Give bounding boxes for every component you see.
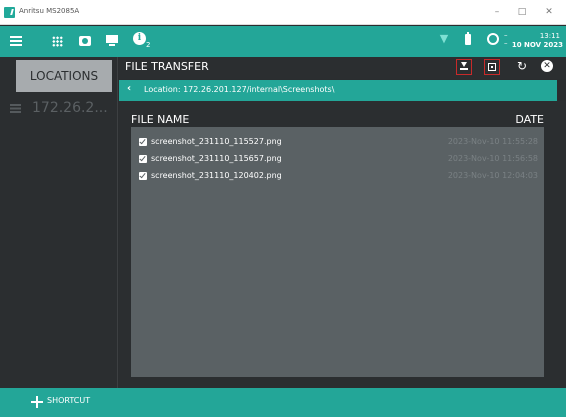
app-logo-icon bbox=[4, 7, 15, 18]
file-list-area: FILE NAME DATE screenshot_231110_115527.… bbox=[119, 101, 566, 388]
window-title: Anritsu MS2085A bbox=[19, 7, 80, 15]
download-icon bbox=[460, 60, 468, 70]
file-checkbox[interactable] bbox=[139, 172, 147, 180]
menu-icon[interactable] bbox=[10, 36, 22, 46]
file-checkbox[interactable] bbox=[139, 138, 147, 146]
maximize-button[interactable]: □ bbox=[510, 4, 534, 20]
bottom-bar: SHORTCUT bbox=[0, 388, 566, 417]
close-window-button[interactable]: ✕ bbox=[537, 4, 561, 20]
sidebar-item-location[interactable]: 172.26.2... bbox=[10, 99, 114, 119]
back-chevron-icon[interactable]: ‹ bbox=[127, 83, 131, 94]
camera-icon[interactable] bbox=[79, 36, 91, 46]
clock-time: 13:11 bbox=[539, 32, 560, 40]
file-row[interactable]: screenshot_231110_115657.png 2023-Nov-10… bbox=[131, 150, 544, 167]
sidebar-item-label: 172.26.2... bbox=[32, 100, 108, 116]
refresh-button[interactable]: ↻ bbox=[514, 59, 530, 75]
close-icon: ✕ bbox=[541, 60, 553, 72]
plus-icon bbox=[31, 396, 43, 408]
wifi-icon: ▼ bbox=[439, 32, 449, 45]
file-transfer-header: FILE TRANSFER ↻ ✕ bbox=[119, 57, 566, 79]
battery-icon bbox=[465, 32, 471, 45]
top-toolbar: i 2 ▼ – – 13:11 10 NOV 2023 bbox=[0, 26, 566, 57]
file-checkbox[interactable] bbox=[139, 155, 147, 163]
close-panel-button[interactable]: ✕ bbox=[539, 59, 555, 75]
page-title: FILE TRANSFER bbox=[125, 60, 209, 73]
monitor-icon[interactable] bbox=[106, 35, 118, 46]
sidebar: LOCATIONS 172.26.2... bbox=[0, 57, 118, 388]
file-row[interactable]: screenshot_231110_115527.png 2023-Nov-10… bbox=[131, 133, 544, 150]
file-list: screenshot_231110_115527.png 2023-Nov-10… bbox=[131, 127, 544, 377]
info-icon[interactable]: i bbox=[133, 32, 146, 45]
file-name: screenshot_231110_115657.png bbox=[151, 154, 282, 163]
file-name: screenshot_231110_115527.png bbox=[151, 137, 282, 146]
locations-button[interactable]: LOCATIONS bbox=[16, 60, 112, 92]
minimize-button[interactable]: – bbox=[485, 4, 509, 20]
info-count-badge: 2 bbox=[146, 41, 151, 49]
gps-status-icon: – – bbox=[504, 31, 508, 47]
column-header-file-name[interactable]: FILE NAME bbox=[131, 113, 189, 126]
select-all-icon bbox=[488, 63, 496, 71]
file-date: 2023-Nov-10 11:55:28 bbox=[447, 137, 538, 146]
shortcut-label: SHORTCUT bbox=[47, 396, 91, 405]
column-header-date[interactable]: DATE bbox=[515, 113, 544, 126]
file-date: 2023-Nov-10 12:04:03 bbox=[447, 171, 538, 180]
refresh-icon: ↻ bbox=[516, 59, 528, 73]
select-all-button[interactable] bbox=[484, 59, 500, 75]
location-bar[interactable]: ‹ Location: 172.26.201.127/internal\Scre… bbox=[119, 80, 557, 101]
gps-icon[interactable] bbox=[487, 33, 499, 45]
file-row[interactable]: screenshot_231110_120402.png 2023-Nov-10… bbox=[131, 167, 544, 184]
apps-grid-icon[interactable] bbox=[52, 36, 63, 47]
file-date: 2023-Nov-10 11:56:58 bbox=[447, 154, 538, 163]
download-button[interactable] bbox=[456, 59, 472, 75]
file-name: screenshot_231110_120402.png bbox=[151, 171, 282, 180]
window-title-bar: Anritsu MS2085A – □ ✕ bbox=[0, 0, 566, 25]
location-path: Location: 172.26.201.127/internal\Screen… bbox=[144, 85, 335, 94]
clock-date: 10 NOV 2023 bbox=[511, 41, 563, 49]
list-icon bbox=[10, 104, 21, 113]
